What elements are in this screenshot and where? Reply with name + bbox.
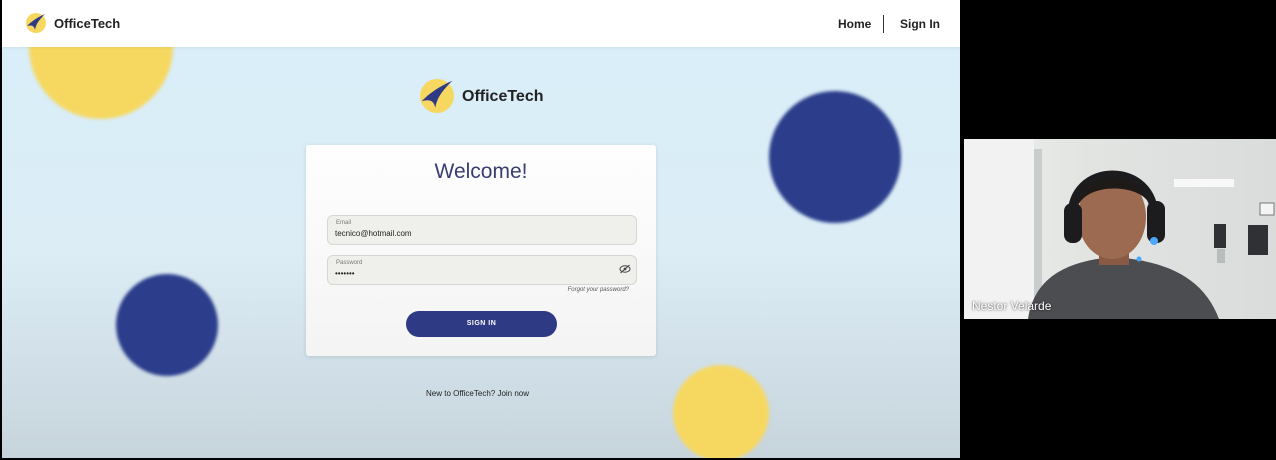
decor-yellow-circle-bottom [673, 365, 769, 458]
decor-blue-circle-right [769, 91, 901, 223]
officetech-app: OfficeTech Home Sign In OfficeTech Welco… [2, 0, 960, 458]
password-value[interactable]: ••••••• [335, 269, 355, 278]
join-now-link[interactable]: New to OfficeTech? Join now [426, 389, 529, 398]
decor-blue-circle-left [116, 274, 218, 376]
forgot-password-link[interactable]: Forgot your password? [568, 287, 629, 293]
sign-in-button[interactable]: SIGN IN [406, 311, 557, 337]
webcam-feed-image [964, 139, 1275, 319]
nav-home-link[interactable]: Home [838, 17, 871, 31]
login-card: Welcome! Email tecnico@hotmail.com Passw… [306, 145, 656, 356]
email-value[interactable]: tecnico@hotmail.com [335, 229, 412, 238]
hero-brand: OfficeTech [462, 88, 544, 105]
officetech-logo-icon[interactable] [26, 13, 46, 33]
email-field[interactable]: Email tecnico@hotmail.com [327, 215, 637, 245]
officetech-logo-icon [420, 79, 454, 113]
nav-sign-in-link[interactable]: Sign In [900, 17, 940, 31]
participant-name: Nestor Velarde [972, 299, 1052, 313]
welcome-title: Welcome! [434, 160, 528, 183]
toggle-password-visibility-icon[interactable] [619, 264, 631, 274]
password-field[interactable]: Password ••••••• [327, 255, 637, 285]
participant-video-tile: Nestor Velarde [964, 139, 1276, 319]
top-navbar: OfficeTech Home Sign In [2, 0, 960, 47]
password-label: Password [336, 260, 363, 266]
email-label: Email [336, 220, 352, 226]
nav-divider [883, 15, 884, 33]
navbar-brand[interactable]: OfficeTech [54, 16, 120, 31]
